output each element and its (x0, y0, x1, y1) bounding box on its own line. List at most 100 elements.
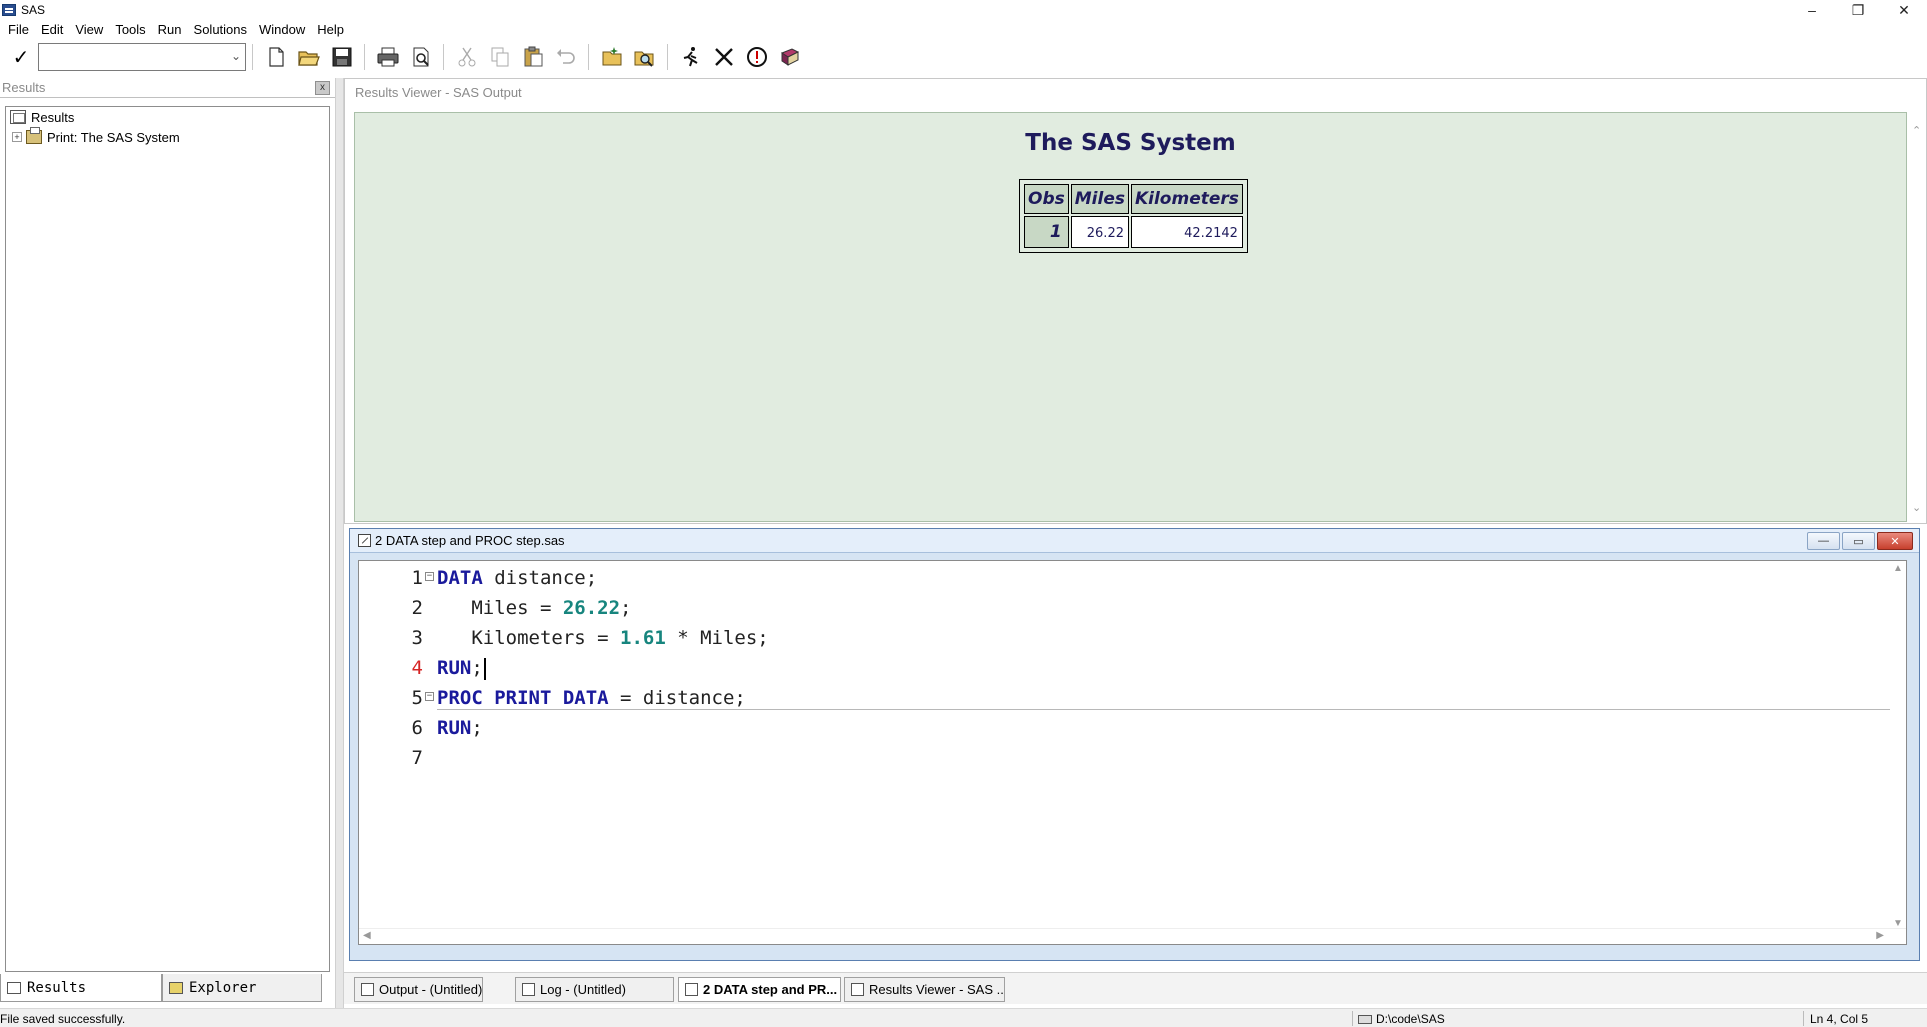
log-window-icon (522, 983, 535, 996)
code-line[interactable]: 5− PROC PRINT DATA = distance; (359, 683, 1889, 713)
line-number: 5 (411, 687, 423, 709)
menu-view[interactable]: View (69, 22, 109, 37)
tab-editor[interactable]: 2 DATA step and PR... (678, 977, 841, 1002)
code-text: RUN; (437, 713, 483, 743)
line-number: 2 (411, 597, 423, 619)
code-line[interactable]: 2 Miles = 26.22; (359, 593, 1889, 623)
line-number: 6 (411, 717, 423, 739)
code-line[interactable]: 1− DATA distance; (359, 563, 1889, 593)
save-icon[interactable] (325, 42, 358, 72)
results-pane-header: Results x (0, 78, 335, 98)
clear-all-icon[interactable] (707, 42, 740, 72)
menu-solutions[interactable]: Solutions (188, 22, 253, 37)
menu-tools[interactable]: Tools (109, 22, 151, 37)
tab-results[interactable]: Results (0, 974, 162, 1002)
code-plain: ; (471, 717, 483, 739)
editor-window-icon (685, 983, 698, 996)
editor-restore-button[interactable]: ▭ (1842, 532, 1875, 550)
scroll-up-icon[interactable]: ▲ (1893, 563, 1903, 574)
paste-icon[interactable] (516, 42, 549, 72)
status-path: D:\code\SAS (1358, 1012, 1445, 1026)
code-text: RUN; (437, 653, 486, 683)
chevron-down-icon[interactable]: ⌄ (231, 49, 241, 63)
code-text: Miles = 26.22; (437, 593, 631, 623)
editor-horizontal-scrollbar[interactable]: ◀ ▶ (359, 928, 1906, 944)
new-library-icon[interactable] (595, 42, 628, 72)
toolbar-separator (667, 44, 668, 70)
window-tab-bar: Output - (Untitled) Log - (Untitled) 2 D… (344, 972, 1927, 1004)
code-keyword: PROC PRINT DATA (437, 687, 609, 709)
code-keyword: RUN (437, 657, 472, 679)
restore-button[interactable]: ❐ (1835, 0, 1881, 20)
code-plain: = distance; (608, 687, 746, 709)
window-controls: – ❐ ✕ (1789, 0, 1927, 20)
window-tab-label: Results Viewer - SAS ... (869, 982, 1005, 997)
command-input[interactable] (39, 44, 219, 70)
cut-icon[interactable] (450, 42, 483, 72)
close-icon[interactable]: x (315, 81, 330, 95)
menu-window[interactable]: Window (253, 22, 311, 37)
collapse-icon[interactable]: − (425, 692, 434, 701)
open-icon[interactable] (292, 42, 325, 72)
submit-running-man-icon[interactable] (674, 42, 707, 72)
menu-help[interactable]: Help (311, 22, 350, 37)
code-text: PROC PRINT DATA = distance; (437, 683, 746, 713)
menu-edit[interactable]: Edit (35, 22, 69, 37)
command-box[interactable]: ⌄ (38, 43, 246, 71)
tab-explorer[interactable]: Explorer (162, 974, 322, 1002)
tree-item-results[interactable]: Results (6, 107, 329, 127)
editor-vertical-scrollbar[interactable]: ▲ ▼ (1890, 561, 1906, 931)
title-bar: SAS – ❐ ✕ (0, 0, 1927, 20)
window-title: SAS (21, 3, 46, 17)
tab-log[interactable]: Log - (Untitled) (515, 977, 674, 1002)
close-button[interactable]: ✕ (1881, 0, 1927, 20)
expand-plus-icon[interactable]: + (12, 132, 22, 142)
tree-item-label: Print: The SAS System (47, 129, 180, 145)
collapse-icon[interactable]: − (425, 572, 434, 581)
explorer-tab-icon (169, 981, 183, 994)
cursor-position: Ln 4, Col 5 (1810, 1012, 1869, 1026)
editor-close-button[interactable]: ✕ (1877, 532, 1913, 550)
code-line[interactable]: 6 RUN; (359, 713, 1889, 743)
results-pane: Results x Results + Print: The SAS Syste… (0, 78, 335, 976)
print-icon[interactable] (371, 42, 404, 72)
menu-file[interactable]: File (2, 22, 35, 37)
help-book-icon[interactable] (773, 42, 806, 72)
new-icon[interactable] (259, 42, 292, 72)
status-divider (1352, 1011, 1353, 1026)
menu-run[interactable]: Run (152, 22, 188, 37)
tab-results-viewer[interactable]: Results Viewer - SAS ... (844, 977, 1005, 1002)
code-line[interactable]: 4 RUN; (359, 653, 1889, 683)
scroll-up-icon[interactable]: ⌃ (1912, 124, 1921, 137)
scroll-left-icon[interactable]: ◀ (363, 930, 371, 941)
column-header: Obs (1024, 184, 1069, 214)
code-number: 1.61 (620, 627, 666, 649)
results-folder-icon (10, 110, 26, 124)
scroll-down-icon[interactable]: ⌄ (1912, 501, 1921, 514)
menu-bar: File Edit View Tools Run Solutions Windo… (0, 20, 1927, 39)
print-preview-icon[interactable] (404, 42, 437, 72)
window-tab-label: 2 DATA step and PR... (703, 982, 838, 997)
break-icon[interactable] (740, 42, 773, 72)
code-line[interactable]: 3 Kilometers = 1.61 * Miles; (359, 623, 1889, 653)
editor-minimize-button[interactable]: — (1807, 532, 1840, 550)
line-number: 7 (411, 747, 423, 769)
column-header: Miles (1070, 184, 1129, 214)
explorer-icon[interactable] (628, 42, 661, 72)
pane-splitter[interactable] (335, 78, 344, 1008)
report-table: Obs Miles Kilometers 1 26.22 42.2142 (1019, 179, 1248, 253)
tab-output[interactable]: Output - (Untitled) (354, 977, 483, 1002)
minimize-button[interactable]: – (1789, 0, 1835, 20)
tree-item-print[interactable]: + Print: The SAS System (6, 127, 329, 147)
table-row: 1 26.22 42.2142 (1024, 216, 1243, 248)
viewer-content: The SAS System Obs Miles Kilometers 1 26… (354, 112, 1907, 522)
viewer-scrollbar[interactable]: ⌃ ⌄ (1908, 112, 1926, 522)
scroll-right-icon[interactable]: ▶ (1876, 930, 1884, 941)
code-plain: Miles = (437, 597, 563, 619)
code-editor[interactable]: ▲ ▼ ◀ ▶ 1− DATA distance; 2 Miles = 26.22;… (358, 560, 1907, 945)
undo-icon[interactable] (549, 42, 582, 72)
toolbar-separator (252, 44, 253, 70)
check-icon[interactable]: ✓ (6, 43, 36, 71)
copy-icon[interactable] (483, 42, 516, 72)
code-line[interactable]: 7 (359, 743, 1889, 773)
